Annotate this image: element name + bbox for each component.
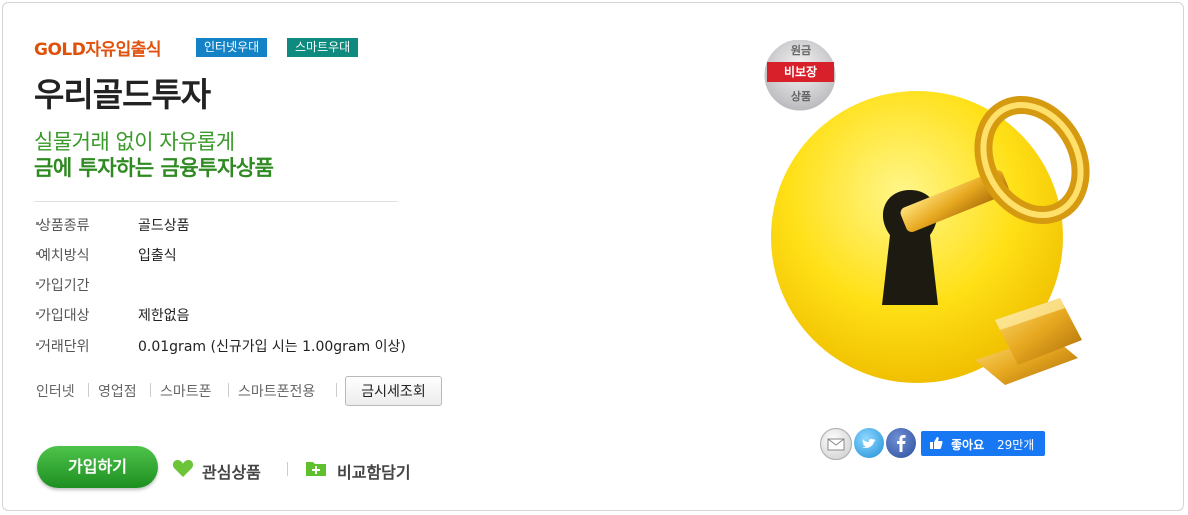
like-label: 좋아요 xyxy=(951,438,985,452)
facebook-icon[interactable] xyxy=(886,428,916,458)
envelope-icon xyxy=(827,438,845,451)
product-category: GOLD자유입출식 xyxy=(34,40,162,60)
info-value: 제한없음 xyxy=(138,308,190,324)
info-label: 상품종류 xyxy=(38,218,90,234)
info-label: 예치방식 xyxy=(38,248,90,264)
channel-branch: 영업점 xyxy=(98,384,137,400)
seal-line3: 상품 xyxy=(790,90,812,103)
channel-separator xyxy=(228,383,229,397)
heart-icon xyxy=(172,460,194,477)
product-subtitle-2: 금에 투자하는 금융투자상품 xyxy=(34,156,274,180)
compare-button[interactable] xyxy=(305,459,326,477)
seal-line1: 원금 xyxy=(790,44,812,57)
seal-line2: 비보장 xyxy=(767,62,834,82)
folder-add-icon xyxy=(306,462,326,476)
action-separator xyxy=(287,462,288,476)
info-label: 거래단위 xyxy=(38,339,90,355)
info-value: 입출식 xyxy=(138,248,177,264)
badge-smart: 스마트우대 xyxy=(287,38,359,57)
channel-smartphone-only: 스마트폰전용 xyxy=(238,384,316,400)
channel-separator xyxy=(150,383,151,397)
gold-rate-button[interactable]: 금시세조회 xyxy=(345,376,442,406)
info-label: 가입대상 xyxy=(38,308,90,324)
join-button[interactable]: 가입하기 xyxy=(37,446,158,488)
product-title: 우리골드투자 xyxy=(34,75,211,114)
channel-separator xyxy=(336,383,337,397)
info-label: 가입기간 xyxy=(38,278,90,294)
like-count: 29만개 xyxy=(997,438,1035,452)
info-value: 골드상품 xyxy=(138,218,190,234)
channel-internet: 인터넷 xyxy=(36,384,75,400)
channel-separator xyxy=(88,383,89,397)
bird-icon xyxy=(862,438,876,448)
twitter-icon[interactable] xyxy=(854,428,884,458)
mail-icon[interactable] xyxy=(820,428,852,460)
wishlist-button[interactable] xyxy=(172,458,194,482)
channel-smartphone: 스마트폰 xyxy=(160,384,212,400)
info-value: 0.01gram (신규가입 시는 1.00gram 이상) xyxy=(138,339,406,355)
facebook-like-button[interactable]: 좋아요 29만개 xyxy=(921,431,1045,456)
facebook-f-icon xyxy=(897,435,906,452)
thumbs-up-icon xyxy=(930,437,943,449)
badge-internet: 인터넷우대 xyxy=(196,38,268,57)
wishlist-label[interactable]: 관심상품 xyxy=(202,459,261,483)
divider xyxy=(34,201,398,202)
compare-label[interactable]: 비교함담기 xyxy=(337,459,411,483)
